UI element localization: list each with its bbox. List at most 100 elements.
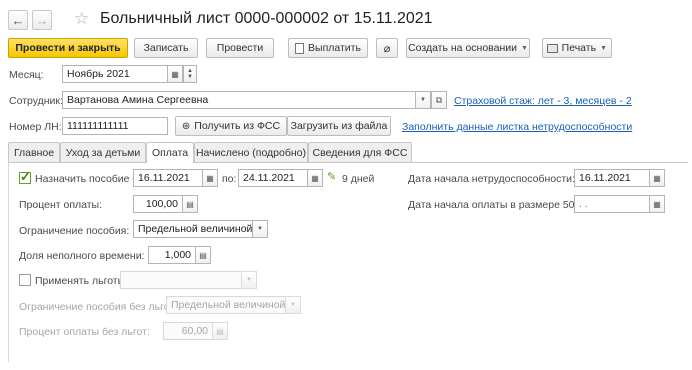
parttime-share-input[interactable]: 1,000 — [148, 246, 196, 264]
stepper-down-icon: ▼ — [187, 74, 193, 80]
post-label: Провести — [216, 42, 264, 54]
post-and-close-label: Провести и закрыть — [15, 42, 121, 54]
load-from-file-label: Загрузить из файла — [290, 120, 388, 132]
limit-without-benefits-label: Ограничение пособия без льгот: — [19, 301, 178, 313]
assign-benefit-label: Назначить пособие с: — [35, 173, 141, 185]
limit-without-benefits-select: Предельной величиной ба — [166, 296, 286, 314]
open-link-icon: ⧉ — [435, 94, 443, 105]
print-label: Печать — [561, 42, 597, 54]
benefit-date-from-input[interactable]: 16.11.2021 — [133, 169, 203, 187]
calendar-icon: ▦ — [653, 173, 661, 183]
percent-without-benefits-input: 60,00 — [163, 322, 213, 340]
calculator-icon: ▤ — [199, 250, 207, 260]
employee-input[interactable]: Вартанова Амина Сергеевна — [62, 91, 416, 109]
tab-main[interactable]: Главное — [8, 142, 60, 162]
attach-button[interactable]: ⌀ — [376, 38, 398, 58]
payment-percent-input[interactable]: 100,00 — [133, 195, 183, 213]
benefit-limit-label: Ограничение пособия: — [19, 225, 130, 237]
calendar-icon: ▦ — [311, 173, 319, 183]
tab-child-care[interactable]: Уход за детьми — [60, 142, 146, 162]
get-from-fss-button[interactable]: ⊛ Получить из ФСС — [175, 116, 287, 136]
percent-without-benefits-calculator-button: ▤ — [212, 322, 228, 340]
employee-label: Сотрудник: — [9, 95, 63, 107]
tab-child-care-label: Уход за детьми — [65, 146, 141, 159]
chevron-down-icon: ▼ — [600, 44, 607, 52]
chevron-down-icon: ▼ — [521, 44, 528, 52]
start-incapacity-label: Дата начала нетрудоспособности: — [408, 173, 575, 185]
tab-fss-info[interactable]: Сведения для ФСС — [308, 142, 412, 162]
pencil-icon[interactable]: ✎ — [327, 170, 336, 183]
tab-fss-info-label: Сведения для ФСС — [312, 146, 408, 159]
assign-benefit-checkbox[interactable] — [19, 169, 31, 185]
star-icon[interactable]: ☆ — [74, 9, 89, 29]
apply-benefits-label: Применять льготы — [35, 275, 126, 287]
tab-active-gap — [147, 161, 193, 163]
pay-button[interactable]: Выплатить — [288, 38, 368, 58]
month-stepper[interactable]: ▲ ▼ — [183, 65, 197, 83]
print-button[interactable]: Печать ▼ — [542, 38, 612, 58]
calendar-button[interactable]: ▦ — [167, 65, 183, 83]
calendar-icon: ▦ — [206, 173, 214, 183]
tab-payment[interactable]: Оплата — [146, 142, 194, 163]
employee-open-button[interactable]: ⧉ — [431, 91, 447, 109]
save-label: Записать — [143, 42, 189, 54]
date-to-calendar-button[interactable]: ▦ — [307, 169, 323, 187]
chevron-down-icon: ▼ — [246, 277, 252, 283]
save-button[interactable]: Записать — [134, 38, 198, 58]
tab-payment-label: Оплата — [151, 147, 189, 159]
employee-dropdown-button[interactable]: ▼ — [415, 91, 431, 109]
calendar-icon: ▦ — [171, 69, 179, 79]
forward-button[interactable]: → — [32, 10, 52, 30]
calendar-icon: ▦ — [653, 199, 661, 209]
apply-benefits-checkbox[interactable] — [19, 274, 31, 286]
payment-percent-label: Процент оплаты: — [19, 199, 103, 211]
load-from-file-button[interactable]: Загрузить из файла — [287, 116, 391, 136]
arrow-left-icon: ← — [11, 12, 25, 28]
chevron-down-icon: ▼ — [257, 226, 263, 232]
ln-number-input[interactable]: 111111111111 — [62, 117, 168, 135]
date-to-label: по: — [222, 173, 237, 185]
days-count: 9 дней — [342, 173, 375, 185]
tab-accrued-detailed-label: Начислено (подробно) — [195, 146, 307, 159]
tab-accrued-detailed[interactable]: Начислено (подробно) — [194, 142, 308, 162]
half-payment-start-input[interactable]: . . — [574, 195, 650, 213]
benefit-date-to-input[interactable]: 24.11.2021 — [238, 169, 308, 187]
date-from-calendar-button[interactable]: ▦ — [202, 169, 218, 187]
calculator-icon: ▤ — [186, 199, 194, 209]
percent-calculator-button[interactable]: ▤ — [182, 195, 198, 213]
start-incapacity-input[interactable]: 16.11.2021 — [574, 169, 650, 187]
insurance-experience-link[interactable]: Страховой стаж: лет - 3, месяцев - 2 — [454, 95, 632, 107]
document-icon — [295, 42, 305, 54]
calculator-icon: ▤ — [216, 326, 224, 336]
post-button[interactable]: Провести — [206, 38, 274, 58]
benefit-limit-dropdown-button[interactable]: ▼ — [252, 220, 268, 238]
get-from-fss-label: Получить из ФСС — [194, 120, 281, 132]
pay-label: Выплатить — [308, 42, 361, 54]
ln-number-label: Номер ЛН: — [9, 121, 62, 133]
benefit-limit-select[interactable]: Предельной величиной ба — [133, 220, 253, 238]
arrow-right-icon: → — [35, 12, 49, 28]
parttime-calculator-button[interactable]: ▤ — [195, 246, 211, 264]
chevron-down-icon: ▼ — [420, 97, 426, 103]
tab-main-label: Главное — [13, 146, 55, 159]
start-incapacity-calendar-button[interactable]: ▦ — [649, 169, 665, 187]
parttime-share-label: Доля неполного времени: — [19, 250, 145, 262]
fill-sick-leave-link[interactable]: Заполнить данные листка нетрудоспособнос… — [402, 121, 632, 133]
percent-without-benefits-label: Процент оплаты без льгот: — [19, 326, 150, 338]
benefits-select — [120, 271, 242, 289]
printer-icon — [547, 43, 558, 53]
month-input[interactable]: Ноябрь 2021 — [62, 65, 168, 83]
content-left-border — [8, 162, 9, 362]
post-and-close-button[interactable]: Провести и закрыть — [8, 38, 128, 58]
half-payment-start-label: Дата начала оплаты в размере 50%: — [408, 199, 587, 211]
back-button[interactable]: ← — [8, 10, 28, 30]
limit-without-benefits-dropdown-button: ▼ — [285, 296, 301, 314]
create-based-button[interactable]: Создать на основании ▼ — [406, 38, 530, 58]
fss-icon: ⊛ — [181, 120, 191, 132]
half-payment-calendar-button[interactable]: ▦ — [649, 195, 665, 213]
chevron-down-icon: ▼ — [290, 302, 296, 308]
benefits-dropdown-button: ▼ — [241, 271, 257, 289]
paperclip-icon: ⌀ — [383, 42, 391, 55]
tab-divider — [8, 162, 688, 163]
create-based-label: Создать на основании — [408, 42, 517, 54]
